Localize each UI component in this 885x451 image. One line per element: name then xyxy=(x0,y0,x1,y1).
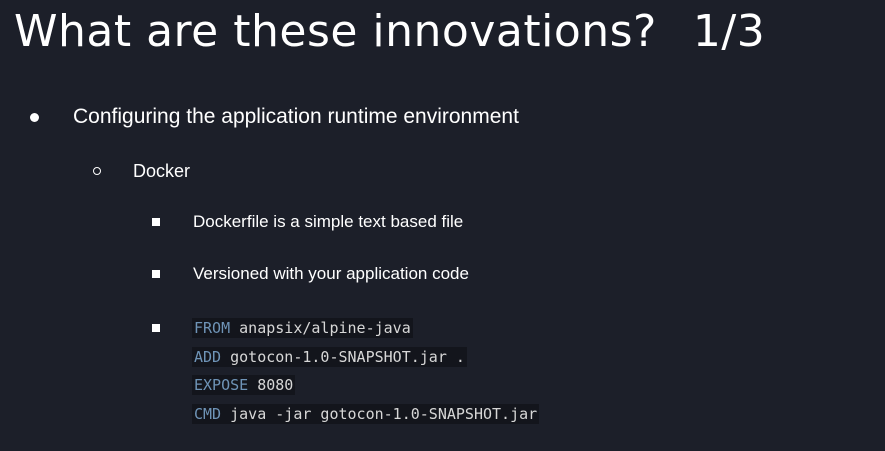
code-line: FROM anapsix/alpine-java xyxy=(192,318,413,338)
code-text: java -jar gotocon-1.0-SNAPSHOT.jar xyxy=(221,405,538,423)
code-text: anapsix/alpine-java xyxy=(230,319,411,337)
bullet-l3-text: Dockerfile is a simple text based file xyxy=(193,212,464,231)
code-line: ADD gotocon-1.0-SNAPSHOT.jar . xyxy=(192,347,467,367)
square-bullet-icon xyxy=(152,324,160,332)
code-keyword: FROM xyxy=(194,319,231,337)
code-text: gotocon-1.0-SNAPSHOT.jar . xyxy=(221,348,465,366)
bullet-level-3: Dockerfile is a simple text based file xyxy=(152,210,463,234)
square-bullet-icon xyxy=(152,218,160,226)
code-text: 8080 xyxy=(248,376,294,394)
square-bullet-icon xyxy=(152,270,160,278)
bullet-l3-text: Versioned with your application code xyxy=(193,264,469,283)
code-keyword: ADD xyxy=(194,348,222,366)
bullet-l2-text: Docker xyxy=(133,160,191,181)
code-line: EXPOSE 8080 xyxy=(192,375,296,395)
bullet-l1-text: Configuring the application runtime envi… xyxy=(73,105,519,128)
bullet-level-2: Docker xyxy=(93,158,190,184)
disc-bullet-icon xyxy=(30,112,39,122)
bullet-level-3-code xyxy=(152,317,160,339)
code-line: CMD java -jar gotocon-1.0-SNAPSHOT.jar xyxy=(192,404,540,424)
slide-counter: 1/3 xyxy=(692,6,766,57)
bullet-level-1: Configuring the application runtime envi… xyxy=(30,103,519,131)
slide: What are these innovations? 1/3 Configuri… xyxy=(0,0,885,451)
title-text: What are these innovations? xyxy=(14,6,657,57)
code-keyword: EXPOSE xyxy=(194,376,249,394)
code-keyword: CMD xyxy=(194,405,222,423)
slide-title: What are these innovations? 1/3 xyxy=(14,6,765,57)
circle-bullet-icon xyxy=(93,167,101,175)
bullet-level-3: Versioned with your application code xyxy=(152,262,469,286)
